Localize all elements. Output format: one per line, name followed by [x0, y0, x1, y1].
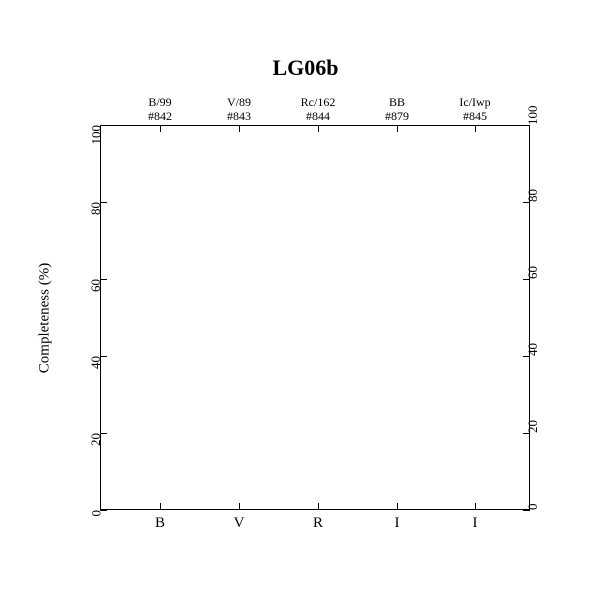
top-label-filter-3: BB: [389, 95, 405, 110]
top-label-id-1: #843: [227, 109, 251, 124]
ytickmark: [523, 433, 530, 434]
ytickmark: [100, 510, 107, 511]
xtickmark: [318, 125, 319, 132]
chart-title: LG06b: [0, 55, 611, 81]
ytickmark: [100, 202, 107, 203]
ytick-left-100: 100: [88, 125, 104, 145]
ytick-right-60: 60: [525, 266, 541, 279]
ytick-left-80: 80: [88, 202, 104, 215]
ytickmark: [100, 125, 107, 126]
ytickmark: [523, 279, 530, 280]
ytickmark: [523, 510, 530, 511]
xtickmark: [239, 125, 240, 132]
xtickmark: [475, 125, 476, 132]
ytick-right-80: 80: [525, 189, 541, 202]
ytick-right-20: 20: [525, 420, 541, 433]
xtick-R: R: [313, 515, 323, 532]
xtickmark: [318, 503, 319, 510]
ytick-left-40: 40: [88, 356, 104, 369]
xtickmark: [239, 503, 240, 510]
xtickmark: [397, 503, 398, 510]
xtick-I2: I: [473, 515, 478, 532]
plot-area: [100, 125, 530, 510]
top-label-filter-2: Rc/162: [301, 95, 336, 110]
xtick-V: V: [234, 515, 245, 532]
ytickmark: [100, 433, 107, 434]
top-label-id-4: #845: [463, 109, 487, 124]
xtickmark: [160, 503, 161, 510]
ytickmark: [100, 279, 107, 280]
top-label-filter-0: B/99: [148, 95, 171, 110]
ytickmark: [523, 202, 530, 203]
xtick-I1: I: [395, 515, 400, 532]
ytickmark: [100, 356, 107, 357]
ytick-right-40: 40: [525, 343, 541, 356]
top-label-id-2: #844: [306, 109, 330, 124]
xtickmark: [475, 503, 476, 510]
xtickmark: [397, 125, 398, 132]
top-label-id-0: #842: [148, 109, 172, 124]
ytick-left-20: 20: [88, 433, 104, 446]
top-label-filter-1: V/89: [227, 95, 251, 110]
ytickmark: [523, 356, 530, 357]
y-axis-label: Completeness (%): [37, 263, 54, 373]
chart-container: LG06b Completeness (%) 0 20 40 60 80 100…: [0, 0, 611, 611]
xtickmark: [160, 125, 161, 132]
top-label-id-3: #879: [385, 109, 409, 124]
ytickmark: [523, 125, 530, 126]
ytick-right-100: 100: [525, 106, 541, 126]
xtick-B: B: [155, 515, 165, 532]
ytick-left-60: 60: [88, 279, 104, 292]
top-label-filter-4: Ic/Iwp: [459, 95, 490, 110]
